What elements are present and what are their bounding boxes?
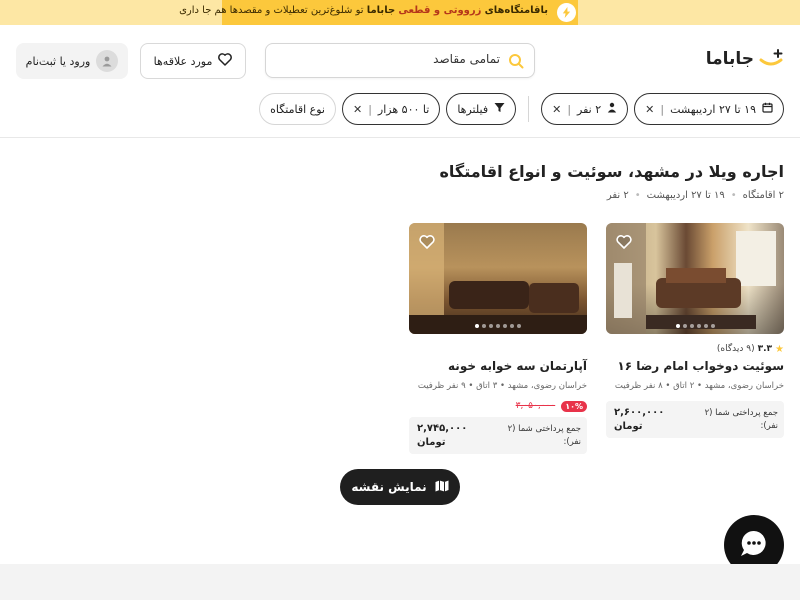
date-filter-label: ۱۹ تا ۲۷ اردیبهشت xyxy=(670,102,756,116)
results-guests: ۲ نفر xyxy=(606,190,629,201)
show-map-button[interactable]: نمایش نقشه xyxy=(340,469,460,505)
lightning-icon xyxy=(557,3,576,22)
price-amount: ۲,۷۴۵,۰۰۰ xyxy=(417,423,468,434)
room-illustration xyxy=(606,223,776,334)
discount-badge: ۱۰% xyxy=(561,400,587,412)
listing-photo[interactable] xyxy=(606,223,784,334)
price-box: جمع پرداختی شما (۲ نفر): ۲,۷۴۵,۰۰۰ تومان xyxy=(409,417,587,454)
funnel-icon xyxy=(494,102,505,116)
rating-reviews: (۹ دیدگاه) xyxy=(716,344,755,354)
listing-title[interactable]: سوئیت دوخواب امام رضا ۱۶ xyxy=(606,359,784,373)
price-amount: ۲,۶۰۰,۰۰۰ xyxy=(614,407,665,418)
chip-divider: | xyxy=(368,102,372,116)
search-input[interactable] xyxy=(300,52,500,66)
discount-row: ۱۰% ۳,۰۵۰,۰۰۰ xyxy=(409,399,587,413)
rating: ★ ۳.۳ (۹ دیدگاه) xyxy=(606,343,784,355)
promo-highlight-colored: زرووتی و قطعی xyxy=(398,5,482,16)
promo-brand: جاباما xyxy=(366,5,396,16)
login-label: ورود یا ثبت‌نام xyxy=(25,54,91,68)
price-currency: تومان xyxy=(614,421,643,432)
user-avatar-icon xyxy=(96,50,119,72)
price-value: ۲,۶۰۰,۰۰۰ تومان xyxy=(614,406,664,434)
results-count: ۲ اقامتگاه xyxy=(742,190,784,201)
chip-divider: | xyxy=(660,102,665,116)
chip-divider: | xyxy=(567,102,572,116)
logo[interactable]: جاباما xyxy=(706,48,784,70)
listing-photo[interactable] xyxy=(409,223,587,334)
price-label: جمع پرداختی شما (۲ نفر): xyxy=(507,424,581,447)
price-filter-chip[interactable]: تا ۵۰۰ هزار | ✕ xyxy=(341,93,441,125)
footer xyxy=(0,564,800,600)
promo-rest: تو شلوغ‌ترین تعطیلات و مقصدها هم جا داری xyxy=(179,5,364,16)
header-divider xyxy=(0,137,800,138)
login-button[interactable]: ورود یا ثبت‌نام xyxy=(16,43,128,79)
clear-date-icon[interactable]: ✕ xyxy=(645,103,654,116)
accommodation-type-chip[interactable]: نوع اقامتگاه xyxy=(259,93,336,125)
price-box: جمع پرداختی شما (۲ نفر): ۲,۶۰۰,۰۰۰ تومان xyxy=(606,401,784,438)
filters-button[interactable]: فیلترها xyxy=(446,93,517,125)
filters-label: فیلترها xyxy=(457,102,489,116)
calendar-icon xyxy=(762,102,773,116)
listing-card[interactable]: آپارتمان سه خوابه خونه خراسان رضوی، مشهد… xyxy=(409,223,587,454)
show-map-label: نمایش نقشه xyxy=(351,480,427,494)
promo-banner[interactable]: باقامتگاه‌های زرووتی و قطعی جاباما تو شل… xyxy=(0,0,800,25)
promo-highlight: باقامتگاه‌های xyxy=(484,5,548,16)
price-label: جمع پرداختی شما (۲ نفر): xyxy=(704,408,778,431)
favorites-label: مورد علاقه‌ها xyxy=(153,54,213,68)
star-icon: ★ xyxy=(775,343,784,355)
accommodation-type-label: نوع اقامتگاه xyxy=(270,102,325,116)
map-icon xyxy=(435,480,449,495)
favorites-button[interactable]: مورد علاقه‌ها xyxy=(140,43,246,79)
results-summary: ۲ اقامتگاه • ۱۹ تا ۲۷ اردیبهشت • ۲ نفر xyxy=(607,190,784,201)
dot-separator: • xyxy=(730,190,737,201)
price-currency: تومان xyxy=(417,437,446,448)
logo-mark-icon xyxy=(759,49,783,66)
clear-price-icon[interactable]: ✕ xyxy=(353,103,362,116)
logo-text: جاباما xyxy=(705,49,754,69)
clear-guests-icon[interactable]: ✕ xyxy=(552,103,561,116)
filter-bar: ۱۹ تا ۲۷ اردیبهشت | ✕ ۲ نفر | ✕ فیلترها … xyxy=(259,93,784,125)
guests-filter-label: ۲ نفر xyxy=(577,102,602,116)
listing-card[interactable]: ★ ۳.۳ (۹ دیدگاه) سوئیت دوخواب امام رضا ۱… xyxy=(606,223,784,438)
page-title: اجاره ویلا در مشهد، سوئیت و انواع اقامتگ… xyxy=(439,162,784,181)
favorite-heart-icon[interactable] xyxy=(616,235,632,252)
filter-separator xyxy=(528,96,530,122)
date-filter-chip[interactable]: ۱۹ تا ۲۷ اردیبهشت | ✕ xyxy=(634,93,784,125)
heart-icon xyxy=(218,53,233,69)
dot-separator: • xyxy=(634,190,641,201)
search-icon xyxy=(508,53,524,72)
destination-search[interactable] xyxy=(265,43,535,78)
listing-title[interactable]: آپارتمان سه خوابه خونه xyxy=(409,359,587,373)
rating-value: ۳.۳ xyxy=(757,344,773,354)
price-filter-label: تا ۵۰۰ هزار xyxy=(377,102,430,116)
rating-empty xyxy=(409,343,587,355)
guests-filter-chip[interactable]: ۲ نفر | ✕ xyxy=(541,93,629,125)
listing-meta: خراسان رضوی، مشهد • ۲ اتاق • ۸ نفر ظرفیت xyxy=(614,381,784,391)
room-illustration xyxy=(409,223,587,334)
person-icon xyxy=(607,102,617,116)
promo-banner-strip[interactable]: باقامتگاه‌های زرووتی و قطعی جاباما تو شل… xyxy=(179,0,578,25)
old-price: ۳,۰۵۰,۰۰۰ xyxy=(515,401,556,411)
chat-bubble-icon xyxy=(738,528,770,563)
promo-text: باقامتگاه‌های زرووتی و قطعی جاباما تو شل… xyxy=(179,5,548,16)
photo-carousel-dots[interactable] xyxy=(409,324,587,328)
listing-meta: خراسان رضوی، مشهد • ۳ اتاق • ۹ نفر ظرفیت xyxy=(417,381,587,391)
results-dates: ۱۹ تا ۲۷ اردیبهشت xyxy=(646,190,725,201)
favorite-heart-icon[interactable] xyxy=(419,235,435,252)
price-value: ۲,۷۴۵,۰۰۰ تومان xyxy=(417,422,467,450)
photo-carousel-dots[interactable] xyxy=(606,324,784,328)
